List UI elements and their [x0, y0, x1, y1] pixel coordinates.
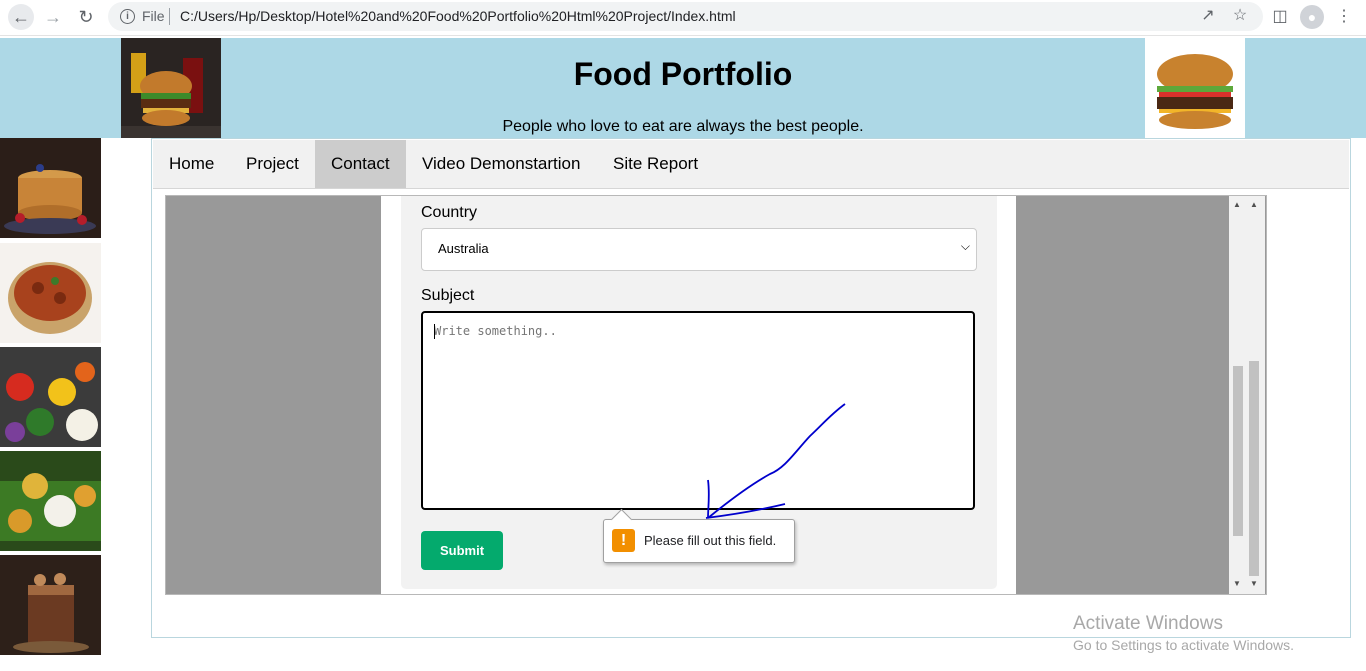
main-nav: Home Project Contact Video Demonstartion… — [153, 140, 1349, 189]
warning-icon: ! — [612, 529, 635, 552]
activate-windows-title: Activate Windows — [1073, 613, 1223, 634]
site-header: Food Portfolio People who love to eat ar… — [0, 38, 1366, 138]
burger-image — [1145, 38, 1245, 138]
submit-button[interactable]: Submit — [421, 531, 503, 570]
address-divider — [169, 8, 170, 25]
scrollbar-thumb[interactable] — [1233, 366, 1243, 536]
url-text[interactable]: C:/Users/Hp/Desktop/Hotel%20and%20Food%2… — [180, 8, 736, 24]
vegetables-image — [0, 347, 101, 447]
country-label: Country — [421, 204, 478, 221]
validation-tooltip: ! Please fill out this field. — [603, 519, 795, 563]
scrollbar-thumb[interactable] — [1249, 361, 1259, 576]
scroll-up-icon[interactable]: ▲ — [1250, 200, 1258, 209]
scroll-up-icon[interactable]: ▲ — [1233, 200, 1241, 209]
forward-icon[interactable]: → — [40, 4, 66, 30]
back-icon[interactable]: ← — [8, 4, 34, 30]
subject-placeholder: Write something.. — [434, 324, 557, 338]
validation-message: Please fill out this field. — [644, 533, 777, 548]
nav-contact[interactable]: Contact — [315, 140, 406, 188]
browser-toolbar: ← → ↻ i File C:/Users/Hp/Desktop/Hotel%2… — [0, 0, 1366, 36]
country-select-value: Australia — [438, 241, 489, 256]
chevron-down-icon: ⌵ — [960, 239, 970, 253]
info-icon[interactable]: i — [120, 9, 135, 24]
menu-icon[interactable]: ⋮ — [1332, 5, 1356, 29]
pancakes-image — [0, 138, 101, 238]
share-icon[interactable]: ↗ — [1197, 5, 1219, 27]
nav-project[interactable]: Project — [230, 140, 315, 188]
nav-site-report[interactable]: Site Report — [597, 140, 714, 188]
star-icon[interactable]: ☆ — [1229, 5, 1251, 27]
scroll-down-icon[interactable]: ▼ — [1250, 579, 1258, 588]
profile-icon[interactable]: ● — [1300, 5, 1324, 29]
side-panel-icon[interactable]: ◫ — [1268, 5, 1292, 29]
subject-textarea[interactable]: Write something.. — [421, 311, 975, 510]
chocolate-cake-image — [0, 555, 101, 655]
subject-label: Subject — [421, 287, 475, 304]
activate-windows-subtitle: Go to Settings to activate Windows. — [1073, 637, 1294, 653]
nav-home[interactable]: Home — [153, 140, 230, 188]
url-scheme: File — [142, 8, 165, 24]
reload-icon[interactable]: ↻ — [73, 4, 99, 30]
text-caret — [434, 324, 435, 339]
address-bar[interactable]: i File C:/Users/Hp/Desktop/Hotel%20and%2… — [108, 2, 1263, 31]
curry-image — [0, 243, 101, 343]
vertical-scrollbar[interactable]: ▲ ▲ ▼ ▼ — [1229, 196, 1265, 594]
idli-image — [0, 451, 101, 551]
scroll-down-icon[interactable]: ▼ — [1233, 579, 1241, 588]
nav-video-demonstration[interactable]: Video Demonstartion — [406, 140, 596, 188]
country-select[interactable]: Australia ⌵ — [421, 228, 977, 271]
